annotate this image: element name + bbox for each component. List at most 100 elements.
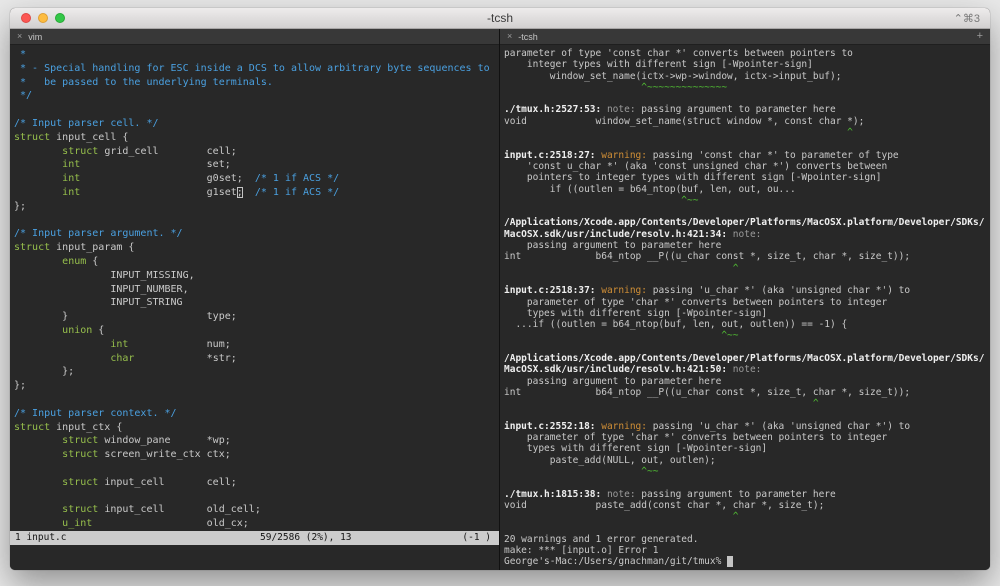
terminal-text: u_int xyxy=(62,518,92,529)
terminal-text: passing 'u_char *' (aka 'unsigned char *… xyxy=(653,421,910,432)
terminal-line: char *str; xyxy=(14,352,499,366)
terminal-text: g0set; xyxy=(80,173,255,184)
terminal-line: /* Input parser argument. */ xyxy=(14,227,499,241)
terminal-text: * be passed to the underlying terminals. xyxy=(14,77,273,88)
terminal-text: parameter of type 'char *' converts betw… xyxy=(504,297,887,308)
terminal-text: make: *** [input.o] Error 1 xyxy=(504,545,658,556)
terminal-text xyxy=(14,187,62,198)
terminal-text: /Applications/Xcode.app/Contents/Develop… xyxy=(504,217,984,228)
terminal-text: }; xyxy=(14,380,26,391)
terminal-line: George's-Mac:/Users/gnachman/git/tmux% xyxy=(504,556,990,567)
terminal-text: grid_cell cell; xyxy=(98,146,236,157)
terminal-line xyxy=(504,410,990,421)
terminal-text: window_pane *wp; xyxy=(98,435,230,446)
terminal-text: MacOSX.sdk/usr/include/resolv.h:421:50: xyxy=(504,364,733,375)
terminal-text: /* 1 if ACS */ xyxy=(255,173,339,184)
terminal-line: ^~~ xyxy=(504,330,990,341)
terminal-line: enum { xyxy=(14,255,499,269)
terminal-line: make: *** [input.o] Error 1 xyxy=(504,545,990,556)
window-title: -tcsh xyxy=(10,11,990,25)
terminal-line: /* Input parser context. */ xyxy=(14,407,499,421)
terminal-text: set; xyxy=(80,159,231,170)
terminal-text: struct xyxy=(62,146,98,157)
terminal-line: ^~~ xyxy=(504,466,990,477)
terminal-line: input.c:2518:37: warning: passing 'u_cha… xyxy=(504,285,990,296)
terminal-text: warning: xyxy=(601,150,652,161)
terminal-text: ^~~ xyxy=(504,466,658,477)
terminal-text: char xyxy=(110,353,134,364)
statusline-filename: 1 input.c xyxy=(15,531,66,545)
terminal-line: void paste_add(const char *, char *, siz… xyxy=(504,500,990,511)
terminal-line: pointers to integer types with different… xyxy=(504,172,990,183)
terminal-line: ^ xyxy=(504,398,990,409)
terminal-text: ...if ((outlen = b64_ntop(buf, len, out,… xyxy=(504,319,847,330)
terminal-line xyxy=(504,138,990,149)
statusline-position: 59/2586 (2%), 13 xyxy=(260,531,352,545)
terminal-text: } type; xyxy=(14,311,237,322)
terminal-line: u_int old_cx; xyxy=(14,517,499,531)
terminal-line: /* Input parser cell. */ xyxy=(14,117,499,131)
left-pane-titlebar[interactable]: × vim xyxy=(10,29,499,45)
terminal-line: input.c:2552:18: warning: passing 'u_cha… xyxy=(504,421,990,432)
terminal-text: MacOSX.sdk/usr/include/resolv.h:421:34: xyxy=(504,229,733,240)
terminal-text: passing 'u_char *' (aka 'unsigned char *… xyxy=(653,285,910,296)
terminal-line xyxy=(504,342,990,353)
terminal-line: paste_add(NULL, out, outlen); xyxy=(504,455,990,466)
terminal-text: 20 warnings and 1 error generated. xyxy=(504,534,698,545)
terminal-text: note: xyxy=(733,364,762,375)
terminal-text: INPUT_STRING xyxy=(14,297,183,308)
terminal-text: ^ xyxy=(504,511,739,522)
terminal-text xyxy=(14,256,62,267)
left-pane-title: vim xyxy=(28,32,42,42)
shell-terminal[interactable]: parameter of type 'const char *' convert… xyxy=(500,45,990,568)
terminal-line: ^~~~~~~~~~~~~~~ xyxy=(504,82,990,93)
terminal-text: * xyxy=(14,49,26,60)
right-pane-titlebar[interactable]: × -tcsh + xyxy=(500,29,990,45)
pane-close-icon[interactable]: × xyxy=(17,32,22,41)
terminal-text: *str; xyxy=(134,353,236,364)
terminal-text: ^~~ xyxy=(504,195,698,206)
terminal-line xyxy=(504,522,990,533)
terminal-text: ^~~ xyxy=(504,330,739,341)
terminal-text: /Applications/Xcode.app/Contents/Develop… xyxy=(504,353,984,364)
terminal-line: struct window_pane *wp; xyxy=(14,434,499,448)
terminal-line xyxy=(504,274,990,285)
terminal-text: input_cell old_cell; xyxy=(98,504,261,515)
terminal-line: struct input_cell { xyxy=(14,131,499,145)
window-titlebar[interactable]: -tcsh ⌃⌘3 xyxy=(10,8,990,29)
terminal-line: INPUT_NUMBER, xyxy=(14,283,499,297)
right-pane-title: -tcsh xyxy=(518,32,538,42)
terminal-line: INPUT_MISSING, xyxy=(14,269,499,283)
minimize-button[interactable] xyxy=(38,13,48,23)
terminal-text: /* Input parser argument. */ xyxy=(14,228,183,239)
terminal-line: passing argument to parameter here xyxy=(504,376,990,387)
terminal-text: g1set xyxy=(80,187,237,198)
terminal-line: window_set_name(ictx->wp->window, ictx->… xyxy=(504,71,990,82)
terminal-text: enum xyxy=(62,256,86,267)
vim-terminal[interactable]: * * - Special handling for ESC inside a … xyxy=(10,45,499,531)
terminal-line: 'const u_char *' (aka 'const unsigned ch… xyxy=(504,161,990,172)
terminal-text: struct xyxy=(14,242,50,253)
terminal-text: int xyxy=(62,173,80,184)
terminal-text: ./tmux.h:2527:53: xyxy=(504,104,607,115)
terminal-line: integer types with different sign [-Wpoi… xyxy=(504,59,990,70)
terminal-text: INPUT_MISSING, xyxy=(14,270,195,281)
close-button[interactable] xyxy=(21,13,31,23)
terminal-text: struct xyxy=(62,504,98,515)
terminal-line: MacOSX.sdk/usr/include/resolv.h:421:50: … xyxy=(504,364,990,375)
terminal-line xyxy=(14,214,499,228)
terminal-line: struct input_cell cell; xyxy=(14,476,499,490)
terminal-line: MacOSX.sdk/usr/include/resolv.h:421:34: … xyxy=(504,229,990,240)
terminal-text: struct xyxy=(14,422,50,433)
zoom-button[interactable] xyxy=(55,13,65,23)
terminal-text: int xyxy=(62,187,80,198)
split-panes: × vim * * - Special handling for ESC ins… xyxy=(10,29,990,570)
terminal-text: pointers to integer types with different… xyxy=(504,172,882,183)
new-pane-plus-icon[interactable]: + xyxy=(977,31,983,42)
terminal-line: int g1set; /* 1 if ACS */ xyxy=(14,186,499,200)
terminal-line: parameter of type 'const char *' convert… xyxy=(504,48,990,59)
terminal-text xyxy=(14,353,110,364)
terminal-line: ./tmux.h:1815:38: note: passing argument… xyxy=(504,489,990,500)
pane-close-icon[interactable]: × xyxy=(507,32,512,41)
terminal-line xyxy=(504,206,990,217)
